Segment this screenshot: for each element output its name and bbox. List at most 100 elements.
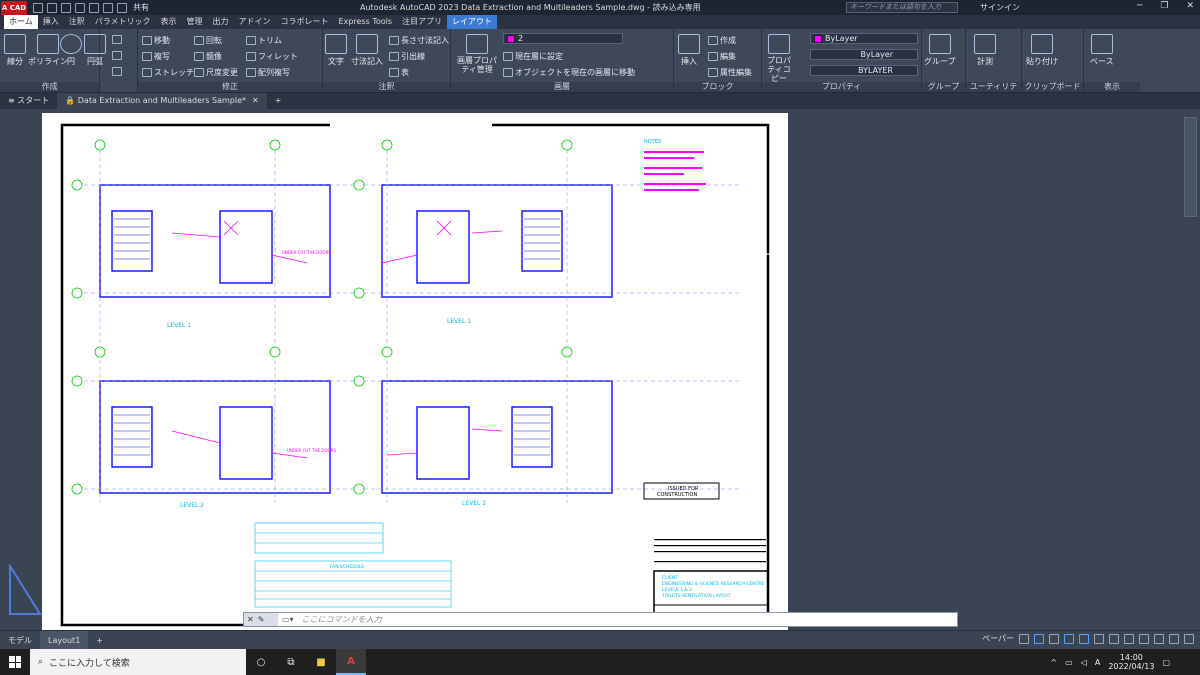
polar-icon[interactable] (1049, 633, 1059, 644)
open-file-icon[interactable] (47, 2, 57, 13)
panel-label-utilities[interactable]: ユーティリティ (966, 82, 1021, 101)
autocad-logo[interactable]: A CAD (1, 0, 27, 15)
tab-manage[interactable]: 管理 (182, 15, 208, 29)
tab-layout1[interactable]: Layout1 (40, 630, 89, 650)
new-file-icon[interactable] (33, 2, 43, 13)
help-search-input[interactable]: キーワードまたは語句を入力 (846, 2, 958, 13)
close-command-icon[interactable]: ✕ (247, 615, 254, 624)
tab-home[interactable]: ホーム (4, 15, 38, 29)
start-tab[interactable]: ≡ スタート (0, 93, 57, 109)
layer-dropdown[interactable]: 2 (503, 33, 623, 44)
annotation-scale-icon[interactable] (1109, 633, 1119, 644)
circle-button[interactable]: 円 (60, 34, 82, 67)
tab-model[interactable]: モデル (0, 631, 40, 650)
move-button[interactable]: 移動 (142, 35, 170, 46)
redo-icon[interactable] (117, 2, 127, 13)
edit-block-button[interactable]: 編集 (708, 51, 736, 62)
panel-label-draw[interactable]: 作成 (0, 82, 99, 92)
plot-icon[interactable] (89, 2, 99, 13)
save-icon[interactable] (61, 2, 71, 13)
autocad-taskbar-icon[interactable]: A (336, 649, 366, 675)
taskbar-search[interactable]: ⌕ ここに入力して検索 (30, 649, 246, 675)
ortho-icon[interactable] (1034, 633, 1044, 644)
taskbar-clock[interactable]: 14:00 2022/04/13 (1108, 653, 1154, 671)
tab-featured-apps[interactable]: 注目アプリ (397, 15, 447, 29)
panel-label-annotation[interactable]: 注釈 (323, 82, 450, 92)
base-view-button[interactable]: ベース (1090, 34, 1114, 67)
close-icon[interactable]: ✕ (1186, 1, 1194, 11)
region-button[interactable] (112, 67, 122, 76)
insert-block-button[interactable]: 挿入 (678, 34, 700, 67)
save-as-icon[interactable] (75, 2, 85, 13)
tab-express-tools[interactable]: Express Tools (334, 15, 398, 29)
tab-layout[interactable]: レイアウト (447, 15, 498, 29)
tab-output[interactable]: 出力 (208, 15, 234, 29)
panel-label-clipboard[interactable]: クリップボード (1022, 82, 1083, 92)
hatch-button[interactable] (112, 51, 122, 60)
tab-annotate[interactable]: 注釈 (64, 15, 90, 29)
create-block-button[interactable]: 作成 (708, 35, 736, 46)
group-button[interactable]: グループ (924, 34, 956, 67)
tray-chevron-icon[interactable]: ^ (1050, 658, 1057, 667)
osnap-icon[interactable] (1064, 633, 1074, 644)
move-to-layer-button[interactable]: オブジェクトを現在の画層に移動 (503, 67, 635, 78)
cortana-icon[interactable]: ○ (246, 649, 276, 675)
tab-view[interactable]: 表示 (156, 15, 182, 29)
tab-collaborate[interactable]: コラボレート (276, 15, 334, 29)
match-properties-button[interactable]: プロパティコピー (764, 34, 794, 83)
linear-dimension-button[interactable]: 長さ寸法記入 (389, 35, 449, 46)
tab-insert[interactable]: 挿入 (38, 15, 64, 29)
paste-button[interactable]: 貼り付け (1026, 34, 1058, 67)
task-view-icon[interactable]: ⧉ (276, 649, 306, 675)
snap-grid-icon[interactable] (1019, 633, 1029, 644)
lineweight-dropdown[interactable]: BYLAYER (810, 65, 918, 76)
workspace-gear-icon[interactable] (1124, 633, 1134, 644)
signin-button[interactable]: サインイン (980, 2, 1020, 13)
start-button[interactable] (0, 649, 30, 675)
edit-attribute-button[interactable]: 属性編集 (708, 67, 752, 78)
otrack-icon[interactable] (1079, 633, 1089, 644)
drawing-canvas[interactable]: LEVEL 1 LEVEL 1 LEVEL 2 LEVEL 2 UNDER CU… (0, 109, 1200, 630)
ime-indicator[interactable]: A (1095, 658, 1100, 667)
layer-properties-button[interactable]: 画層プロパティ管理 (455, 34, 499, 74)
notification-icon[interactable]: ▢ (1162, 658, 1170, 667)
hardware-accel-icon[interactable] (1154, 633, 1164, 644)
close-tab-icon[interactable]: ✕ (252, 96, 259, 105)
volume-icon[interactable]: ◁ (1081, 658, 1087, 667)
rectangle-button[interactable] (112, 35, 122, 44)
copy-button[interactable]: 複写 (142, 51, 170, 62)
panel-label-modify[interactable]: 修正 (138, 82, 322, 92)
panel-label-block[interactable]: ブロック (674, 82, 761, 92)
set-current-layer-button[interactable]: 現在層に設定 (503, 51, 563, 62)
panel-label-layers[interactable]: 画層 (451, 82, 673, 92)
command-input[interactable]: ここにコマンドを入力 (294, 614, 382, 625)
table-button[interactable]: 表 (389, 67, 409, 78)
leader-button[interactable]: 引出線 (389, 51, 425, 62)
panel-label-view[interactable]: 表示 (1084, 82, 1140, 92)
undo-icon[interactable] (103, 2, 113, 13)
rotate-button[interactable]: 回転 (194, 35, 222, 46)
isolate-objects-icon[interactable] (1139, 633, 1149, 644)
tab-addins[interactable]: アドイン (234, 15, 276, 29)
linetype-dropdown[interactable]: ByLayer (810, 49, 918, 60)
paper-space-toggle[interactable]: ペーパー (982, 633, 1014, 644)
document-tab[interactable]: 🔒 Data Extraction and Multileaders Sampl… (57, 93, 267, 109)
color-dropdown[interactable]: ByLayer (810, 33, 918, 44)
command-history-icon[interactable]: ▭▾ (282, 615, 294, 624)
selection-cycle-icon[interactable] (1094, 633, 1104, 644)
navigation-bar[interactable] (1184, 117, 1197, 217)
minimize-icon[interactable]: ─ (1137, 1, 1142, 11)
mirror-button[interactable]: 鏡像 (194, 51, 222, 62)
fillet-button[interactable]: フィレット (246, 51, 298, 62)
restore-icon[interactable]: ❐ (1160, 1, 1168, 11)
paper-sheet[interactable]: LEVEL 1 LEVEL 1 LEVEL 2 LEVEL 2 UNDER CU… (42, 113, 788, 630)
status-menu-icon[interactable] (1184, 633, 1194, 644)
array-button[interactable]: 配列複写 (246, 67, 290, 78)
new-tab-button[interactable]: + (267, 93, 290, 109)
text-button[interactable]: 文字 (325, 34, 347, 67)
customize-command-icon[interactable]: ✎ (258, 615, 265, 624)
trim-button[interactable]: トリム (246, 35, 282, 46)
scale-button[interactable]: 尺度変更 (194, 67, 238, 78)
dimension-button[interactable]: 寸法記入 (351, 34, 383, 67)
tab-parametric[interactable]: パラメトリック (90, 15, 156, 29)
